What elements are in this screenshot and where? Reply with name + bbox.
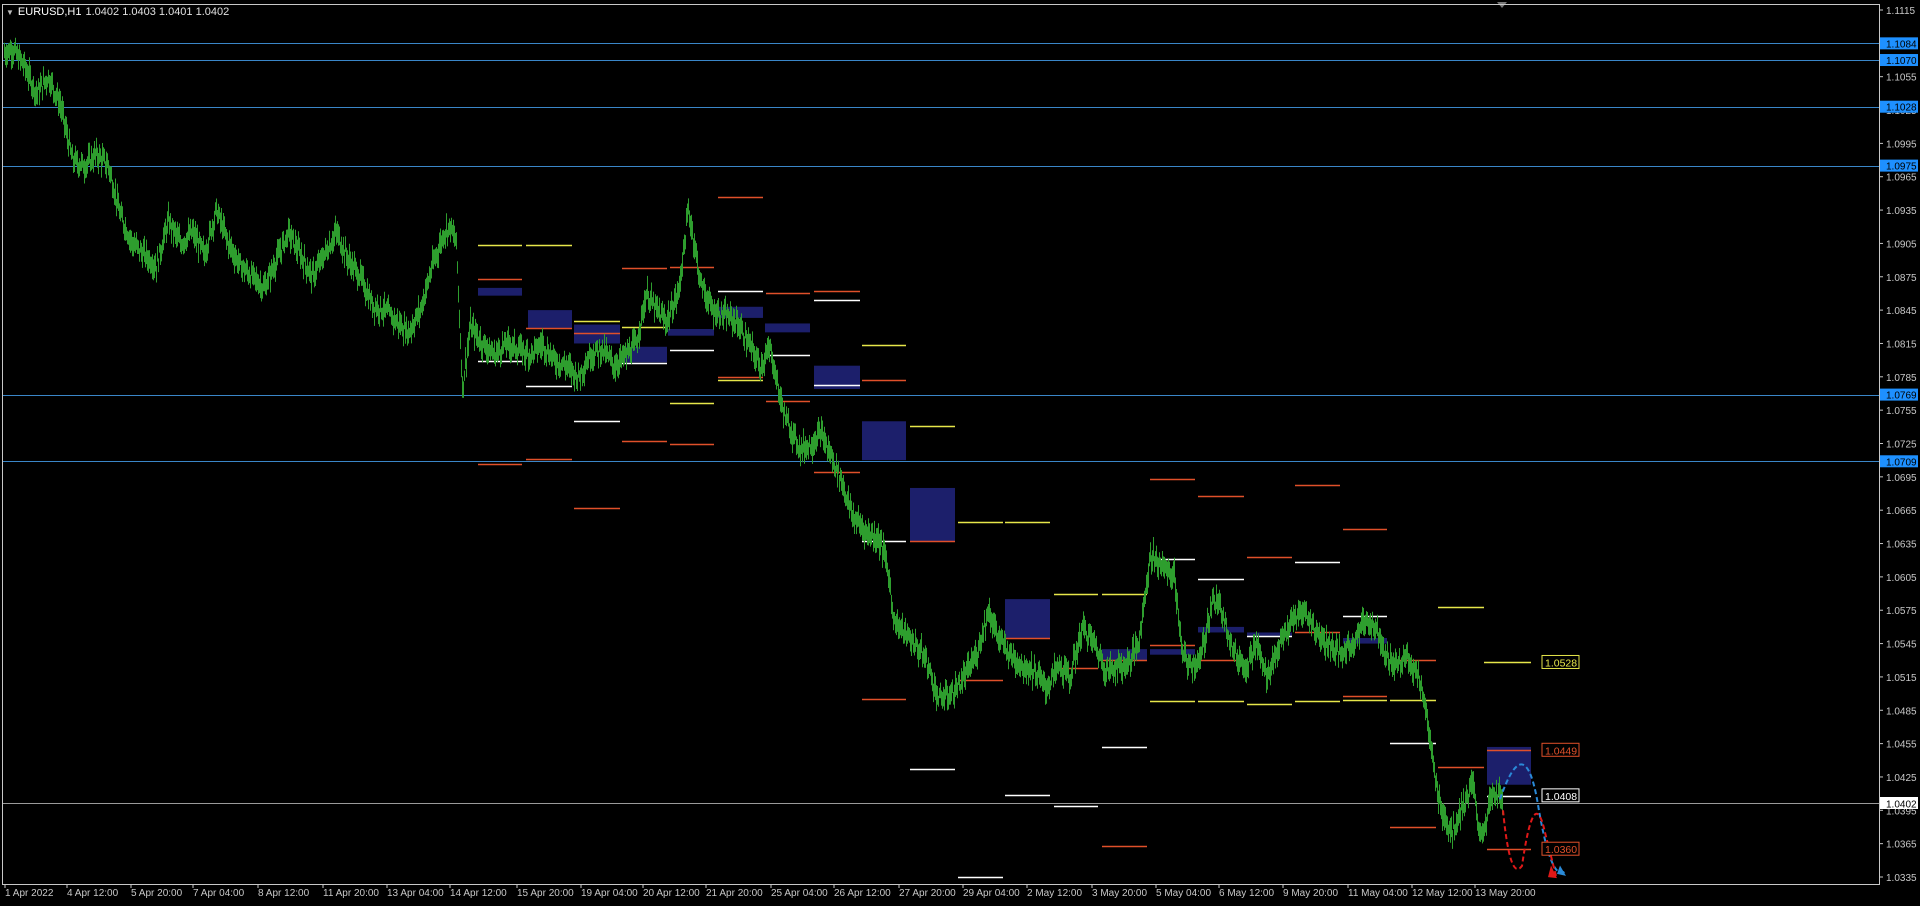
price-tick-label: 1.1115 xyxy=(1886,6,1916,17)
price-tick-label: 1.0425 xyxy=(1886,773,1917,784)
price-tick-label: 1.0665 xyxy=(1886,506,1917,517)
time-tick-label: 26 Apr 12:00 xyxy=(834,888,891,899)
time-tick-label: 1 Apr 2022 xyxy=(5,888,54,899)
time-tick-label: 20 Apr 12:00 xyxy=(643,888,700,899)
time-tick-label: 7 Apr 04:00 xyxy=(193,888,245,899)
time-tick-label: 11 Apr 20:00 xyxy=(323,888,379,899)
time-tick-label: 13 May 20:00 xyxy=(1475,888,1536,899)
price-tick-label: 1.1055 xyxy=(1886,73,1917,84)
time-tick-label: 25 Apr 04:00 xyxy=(771,888,828,899)
price-tick-label: 1.0995 xyxy=(1886,139,1917,150)
price-chart[interactable]: 1.05281.04491.04081.0360 1.11151.10851.1… xyxy=(0,0,1920,906)
time-tick-label: 5 May 04:00 xyxy=(1156,888,1211,899)
time-tick-label: 15 Apr 20:00 xyxy=(517,888,574,899)
arrow-down-blue-icon xyxy=(1557,865,1566,876)
level-price-tag-text: 1.0975 xyxy=(1886,162,1917,173)
level-price-tag-text: 1.0709 xyxy=(1886,457,1917,468)
time-tick-label: 12 May 12:00 xyxy=(1412,888,1473,899)
zone-box xyxy=(1487,746,1531,785)
current-price-tag-text: 1.0402 xyxy=(1886,800,1917,811)
zone-box xyxy=(910,487,955,542)
dropdown-triangle-icon[interactable]: ▼ xyxy=(6,8,14,17)
time-tick-label: 27 Apr 20:00 xyxy=(899,888,956,899)
chart-title-bar: ▼ EURUSD,H1 1.0402 1.0403 1.0401 1.0402 xyxy=(6,5,229,19)
projection-label-text: 1.0449 xyxy=(1545,745,1577,757)
time-tick-label: 4 Apr 12:00 xyxy=(67,888,119,899)
time-tick-label: 9 May 20:00 xyxy=(1283,888,1338,899)
projection-label-text: 1.0528 xyxy=(1545,657,1577,669)
price-tick-label: 1.0365 xyxy=(1886,840,1917,851)
price-tick-label: 1.0965 xyxy=(1886,173,1917,184)
price-tick-label: 1.0485 xyxy=(1886,706,1917,717)
zone-box xyxy=(478,287,522,296)
time-tick-label: 29 Apr 04:00 xyxy=(963,888,1020,899)
price-tick-label: 1.0905 xyxy=(1886,239,1917,250)
symbol-period: EURUSD,H1 xyxy=(17,6,82,18)
zone-box xyxy=(1005,599,1050,639)
time-tick-label: 3 May 20:00 xyxy=(1092,888,1147,899)
price-tick-label: 1.0845 xyxy=(1886,306,1917,317)
price-tick-label: 1.0785 xyxy=(1886,373,1917,384)
price-tick-label: 1.0515 xyxy=(1886,673,1917,684)
level-price-tag-text: 1.1084 xyxy=(1886,39,1917,50)
projection-label-text: 1.0360 xyxy=(1545,844,1577,856)
level-price-tag-text: 1.1070 xyxy=(1886,56,1917,67)
zone-box xyxy=(862,421,906,461)
price-tick-label: 1.0605 xyxy=(1886,573,1917,584)
time-tick-label: 14 Apr 12:00 xyxy=(450,888,507,899)
time-tick-label: 19 Apr 04:00 xyxy=(581,888,638,899)
ohlc-readout: 1.0402 1.0403 1.0401 1.0402 xyxy=(85,6,230,18)
zone-box xyxy=(528,310,572,328)
price-tick-label: 1.0935 xyxy=(1886,206,1917,217)
price-candles xyxy=(4,37,1503,849)
price-tick-label: 1.0545 xyxy=(1886,640,1917,651)
price-tick-label: 1.0455 xyxy=(1886,740,1917,751)
time-tick-label: 2 May 12:00 xyxy=(1027,888,1082,899)
time-tick-label: 5 Apr 20:00 xyxy=(131,888,183,899)
time-tick-label: 8 Apr 12:00 xyxy=(258,888,310,899)
level-price-tag-text: 1.0769 xyxy=(1886,391,1917,402)
time-tick-label: 13 Apr 04:00 xyxy=(387,888,444,899)
level-price-tag-text: 1.1028 xyxy=(1886,103,1917,114)
projection-label-text: 1.0408 xyxy=(1545,791,1577,803)
price-tick-label: 1.0695 xyxy=(1886,473,1917,484)
time-tick-label: 11 May 04:00 xyxy=(1348,888,1408,899)
zone-box xyxy=(765,323,810,333)
zone-box xyxy=(1198,626,1244,633)
time-tick-label: 6 May 12:00 xyxy=(1219,888,1274,899)
price-tick-label: 1.0725 xyxy=(1886,440,1917,451)
price-tick-label: 1.0635 xyxy=(1886,540,1917,551)
zone-box xyxy=(668,329,714,336)
price-tick-label: 1.0875 xyxy=(1886,273,1917,284)
price-tick-label: 1.0575 xyxy=(1886,606,1917,617)
chart-window[interactable]: ▼ EURUSD,H1 1.0402 1.0403 1.0401 1.0402 … xyxy=(0,0,1920,906)
price-tick-label: 1.0335 xyxy=(1886,873,1917,884)
price-tick-label: 1.0815 xyxy=(1886,339,1917,350)
time-tick-label: 21 Apr 20:00 xyxy=(706,888,763,899)
price-tick-label: 1.0755 xyxy=(1886,406,1917,417)
